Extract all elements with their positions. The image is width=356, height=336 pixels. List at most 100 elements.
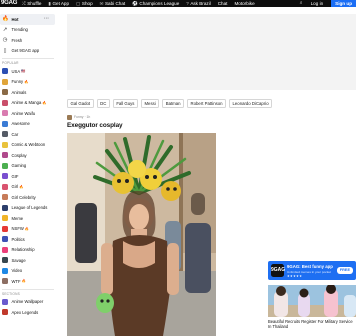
post-image[interactable]	[67, 133, 216, 336]
app-promo-banner[interactable]: 9GAG 9GAG: Best funny app Unlimited meme…	[268, 261, 356, 280]
tag-gal-gadot[interactable]: Gal Gadot	[67, 99, 94, 108]
sidebar-item-get-app[interactable]: ▯ Get 9GAG app	[0, 46, 58, 57]
sidebar-item-label: Cosplay	[11, 152, 27, 158]
sidebar-item-girl[interactable]: Girl 🔥	[0, 182, 58, 193]
sidebar-item-anime-wallpaper[interactable]: Anime Wallpaper	[0, 297, 58, 308]
section-thumbnail	[2, 173, 8, 180]
recommended-post-image[interactable]	[268, 285, 356, 317]
sidebar-section-heading: POPULAR	[2, 61, 19, 65]
top-nav-champions-league[interactable]: ⚽ Champions League	[132, 1, 179, 7]
fresh-icon: ◷	[2, 37, 8, 44]
trophy-icon: ⚽	[132, 0, 138, 6]
top-nav-shuffle[interactable]: ⤮ Shuffle	[22, 1, 41, 6]
signup-button[interactable]: Sign up	[331, 0, 356, 7]
sidebar-item-funny[interactable]: Funny 🔥	[0, 77, 58, 88]
sidebar-item-comic-webtoon[interactable]: Comic & Webtoon	[0, 140, 58, 151]
section-thumbnail	[2, 110, 8, 117]
post-section[interactable]: Funny	[74, 115, 83, 119]
fire-icon: 🔥	[19, 184, 24, 189]
sidebar-item-trending[interactable]: ↗ Trending	[0, 25, 58, 36]
sidebar-item-video[interactable]: Video	[0, 266, 58, 277]
sidebar-item-fresh[interactable]: ◷ Fresh	[0, 35, 58, 46]
tag-robert-pattinson[interactable]: Robert Pattinson	[187, 99, 227, 108]
fire-icon: 🔥	[21, 279, 27, 284]
fire-icon: 🔥	[24, 226, 30, 231]
sidebar-item-label: Relationship	[11, 247, 35, 253]
top-nav-label: Shop	[81, 0, 93, 6]
recommended-post-title[interactable]: Beautiful Recruits Register For Military…	[268, 319, 356, 329]
section-thumbnail	[2, 246, 8, 253]
top-nav-label: Get App	[52, 0, 70, 6]
sidebar-item-label: Trending	[11, 27, 28, 33]
sidebar-item-label: Awesome	[11, 121, 30, 127]
sidebar-item-relationship[interactable]: Relationship	[0, 245, 58, 256]
post-title[interactable]: Exeggutor cosplay	[67, 122, 123, 129]
sidebar-item-label: Animals	[11, 89, 27, 95]
sidebar-item-nsfw[interactable]: NSFW 🔥	[0, 224, 58, 235]
top-nav-motorbike[interactable]: Motorbike	[234, 1, 254, 6]
sidebar-item-league-of-legends[interactable]: League of Legends	[0, 203, 58, 214]
sidebar-item-label: Fresh	[11, 37, 23, 43]
sidebar-item-cosplay[interactable]: Cosplay	[0, 150, 58, 161]
tag-leonardo-dicaprio[interactable]: Leonardo DiCaprio	[229, 99, 273, 108]
sidebar-section-heading: SECTIONS	[2, 291, 20, 296]
sidebar-item-label: Car	[11, 131, 19, 137]
sidebar-item-label: Meme	[11, 215, 24, 221]
sidebar-item-label: Hot	[11, 16, 19, 22]
sidebar-item-girl-celebrity[interactable]: Girl Celebrity	[0, 192, 58, 203]
section-thumbnail	[2, 152, 8, 159]
sidebar-item-label: USA	[11, 68, 21, 74]
tag-dc[interactable]: DC	[96, 99, 110, 108]
chat-icon: ✉	[99, 0, 104, 6]
sidebar-item-label: Video	[11, 268, 23, 274]
tag-messi[interactable]: Messi	[140, 99, 160, 108]
section-thumbnail	[2, 120, 8, 127]
top-nav-shop[interactable]: ▢ Shop	[76, 1, 93, 7]
section-thumbnail	[2, 257, 8, 264]
top-nav-label: Champions League	[139, 0, 180, 6]
tag-fall-guys[interactable]: Fall Guys	[112, 99, 138, 108]
more-options-icon[interactable]: ···	[44, 16, 49, 22]
sidebar-item-anime-waifu[interactable]: Anime Waifu	[0, 108, 58, 119]
trending-icon: ↗	[2, 26, 8, 33]
sidebar-item-awesome[interactable]: Awesome	[0, 119, 58, 130]
top-nav-get-app[interactable]: ▮ Get App	[48, 1, 69, 7]
search-icon[interactable]: ⌕	[299, 1, 304, 6]
sidebar-item-gaming[interactable]: Gaming	[0, 161, 58, 172]
top-nav-label: Shuffle	[27, 1, 42, 6]
section-thumbnail	[2, 204, 8, 211]
sidebar-item-apex-legends[interactable]: Apex Legends	[0, 307, 58, 318]
sidebar-item-label: Savage	[11, 257, 26, 263]
app-promo-subtitle: Unlimited memes in your pocket	[287, 269, 332, 274]
sidebar-item-anime-manga[interactable]: Anime & Manga 🔥	[0, 98, 58, 109]
sidebar-item-gif[interactable]: GIF	[0, 171, 58, 182]
top-nav-ask-brazil[interactable]: ? Ask Brazil	[186, 1, 210, 6]
sidebar-item-animals[interactable]: Animals	[0, 87, 58, 98]
hot-icon: 🔥	[2, 16, 9, 23]
post-time: · 1h	[84, 115, 91, 119]
sidebar-item-politics[interactable]: Politics	[0, 234, 58, 245]
sidebar-item-usa[interactable]: USA 🇺🇸	[0, 66, 58, 77]
sidebar-item-savage[interactable]: Savage	[0, 255, 58, 266]
sidebar-item-meme[interactable]: Meme	[0, 213, 58, 224]
shop-icon: ▢	[76, 0, 81, 6]
9gag-logo[interactable]: 9GAG	[1, 0, 17, 7]
section-thumbnail	[2, 99, 8, 106]
sidebar-item-wtf[interactable]: WTF 🔥	[0, 276, 58, 287]
login-link[interactable]: Log in	[311, 1, 324, 6]
tag-batman[interactable]: Batman	[162, 99, 185, 108]
top-nav-chat[interactable]: Chat	[218, 1, 228, 6]
section-avatar[interactable]	[67, 114, 72, 120]
top-nav-sabi-chat[interactable]: ✉ Sabi Chat	[100, 1, 126, 7]
sidebar-item-label: Anime Wallpaper	[11, 299, 44, 305]
sidebar-item-car[interactable]: Car	[0, 129, 58, 140]
shuffle-icon: ⤮	[22, 1, 26, 6]
top-nav-label: Motorbike	[234, 1, 255, 6]
sidebar-item-label: Anime Waifu	[11, 110, 36, 116]
trending-tags: Gal Gadot DC Fall Guys Messi Batman Robert Pa…	[67, 99, 275, 108]
section-thumbnail	[2, 78, 8, 85]
get-app-button[interactable]: FREE	[336, 267, 353, 274]
section-thumbnail	[2, 162, 8, 169]
app-icon: ▮	[48, 0, 51, 6]
sidebar-item-hot[interactable]: 🔥 Hot ···	[0, 14, 55, 25]
